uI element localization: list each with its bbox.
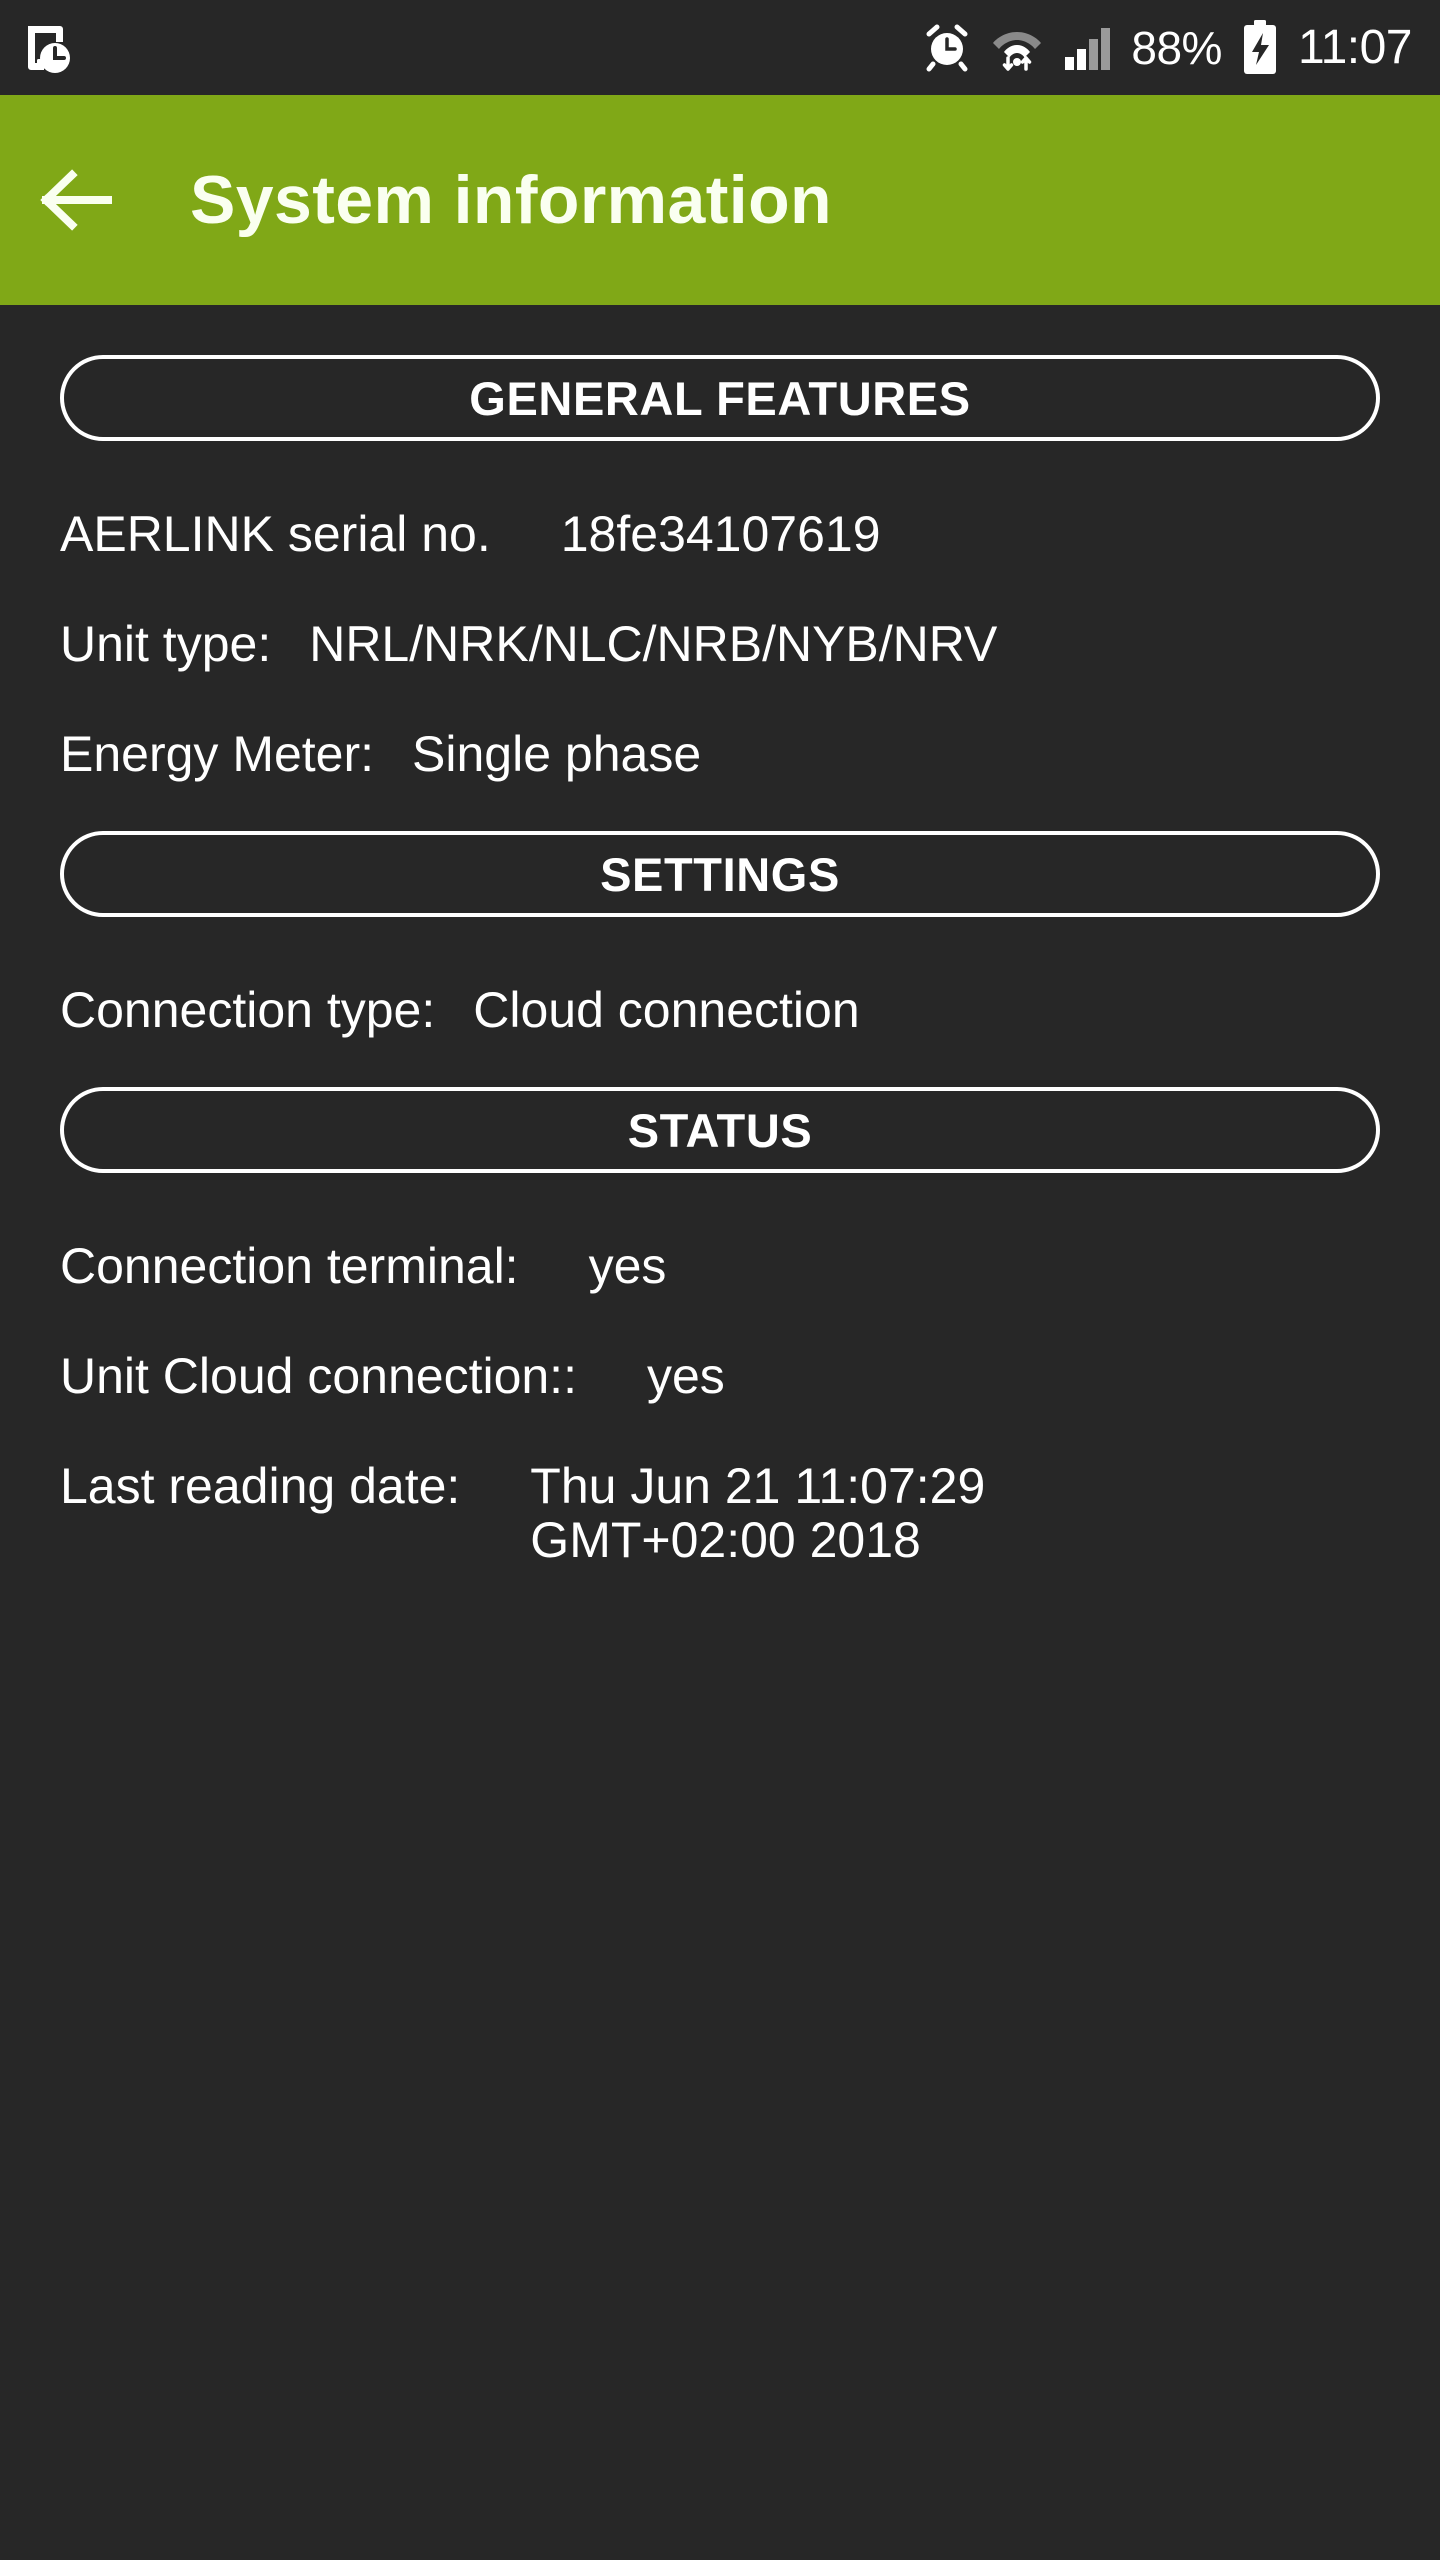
screen-time-document-clock-icon [22,20,74,76]
info-row-value: yes [646,1348,725,1404]
info-row-label: Connection type: [60,982,436,1038]
info-row-value: Thu Jun 21 11:07:29 GMT+02:00 2018 [530,1458,986,1568]
alarm-clock-icon [923,23,971,73]
info-row-connection-type: Connection type: Cloud connection [60,917,1380,1037]
info-row-value: Single phase [412,726,702,782]
info-row-label: Unit type: [60,616,272,672]
status-bar-clock: 11:07 [1297,20,1413,74]
status-bar-system-icons: 88% 11:07 [923,19,1413,76]
back-button[interactable] [0,95,150,305]
section-header-label: GENERAL FEATURES [469,371,971,425]
wifi-data-transfer-icon [991,22,1043,74]
info-row-label: Connection terminal: [60,1238,519,1294]
info-row-value: 18fe34107619 [560,506,881,562]
info-row-energy-meter: Energy Meter: Single phase [60,671,1380,781]
info-row-label: Last reading date: [60,1458,461,1514]
info-row-unit-type: Unit type: NRL/NRK/NLC/NRB/NYB/NRV [60,561,1380,671]
app-bar: System information [0,95,1440,305]
battery-charging-icon [1242,19,1278,76]
section-header-general-features: GENERAL FEATURES [60,355,1380,441]
info-row-aerlink-serial-no: AERLINK serial no. 18fe34107619 [60,441,1380,561]
info-row-connection-terminal: Connection terminal: yes [60,1173,1380,1293]
info-row-label: Unit Cloud connection:: [60,1348,577,1404]
status-bar-notification-icons [22,20,74,76]
cellular-signal-icon [1063,24,1111,72]
info-row-unit-cloud-connection: Unit Cloud connection:: yes [60,1293,1380,1403]
section-header-label: STATUS [627,1103,813,1157]
status-bar: 88% 11:07 [0,0,1440,95]
section-header-status: STATUS [60,1087,1380,1173]
info-row-value: NRL/NRK/NLC/NRB/NYB/NRV [309,616,998,672]
back-arrow-icon [38,169,112,231]
info-row-label: Energy Meter: [60,726,375,782]
info-row-last-reading-date: Last reading date: Thu Jun 21 11:07:29 G… [60,1403,1380,1567]
page-title: System information [190,162,832,238]
info-row-label: AERLINK serial no. [60,506,491,562]
info-row-value: yes [588,1238,667,1294]
info-row-value: Cloud connection [473,982,860,1038]
section-header-settings: SETTINGS [60,831,1380,917]
section-header-label: SETTINGS [600,847,840,901]
content-area: GENERAL FEATURES AERLINK serial no. 18fe… [0,305,1440,2560]
battery-percentage-label: 88% [1131,21,1222,74]
phone-screen: 88% 11:07 System information GENERAL FEA… [0,0,1440,2560]
